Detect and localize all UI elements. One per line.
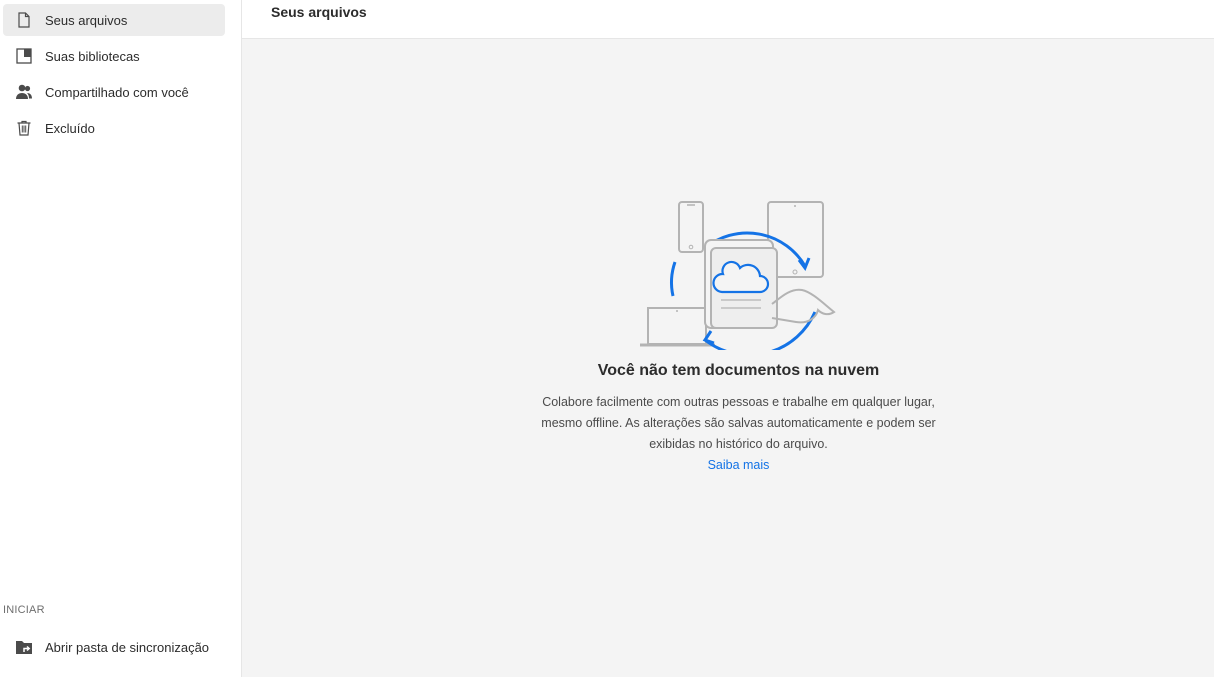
open-sync-folder-item: Abrir pasta de sincronização xyxy=(3,631,225,667)
content-header: Seus arquivos xyxy=(242,0,1214,39)
sidebar-nav: Seus arquivos Suas bibliotecas Compartil… xyxy=(3,4,225,148)
empty-state-description: Colabore facilmente com outras pessoas e… xyxy=(541,395,936,451)
sidebar-item-label: Compartilhado com você xyxy=(45,84,189,100)
sidebar-item-shared-with-you[interactable]: Compartilhado com você xyxy=(3,76,225,108)
empty-state: Você não tem documentos na nuvem Colabor… xyxy=(242,190,1214,476)
people-icon xyxy=(15,83,33,101)
learn-more-link[interactable]: Saiba mais xyxy=(708,455,770,476)
library-icon xyxy=(15,47,33,65)
app-window: Seus arquivos Suas bibliotecas Compartil… xyxy=(0,0,1214,677)
sidebar-item-your-libraries[interactable]: Suas bibliotecas xyxy=(3,40,225,72)
sidebar-item-deleted[interactable]: Excluído xyxy=(3,112,225,144)
page-title: Seus arquivos xyxy=(271,4,367,20)
sidebar: Seus arquivos Suas bibliotecas Compartil… xyxy=(0,0,242,677)
cloud-sync-illustration xyxy=(639,201,836,350)
main-content: Seus arquivos Você não tem documentos na… xyxy=(242,0,1214,677)
trash-icon xyxy=(15,119,33,137)
sidebar-item-label: Suas bibliotecas xyxy=(45,48,140,64)
open-sync-folder-button[interactable]: Abrir pasta de sincronização xyxy=(3,631,225,663)
sidebar-item-label: Seus arquivos xyxy=(45,12,128,28)
open-sync-folder-label: Abrir pasta de sincronização xyxy=(45,639,210,655)
sidebar-item-your-files[interactable]: Seus arquivos xyxy=(3,4,225,36)
sync-folder-icon xyxy=(15,638,33,656)
section-label-start: INICIAR xyxy=(3,604,45,616)
sidebar-item-label: Excluído xyxy=(45,120,95,136)
empty-state-title: Você não tem documentos na nuvem xyxy=(597,362,880,379)
file-icon xyxy=(15,11,33,29)
